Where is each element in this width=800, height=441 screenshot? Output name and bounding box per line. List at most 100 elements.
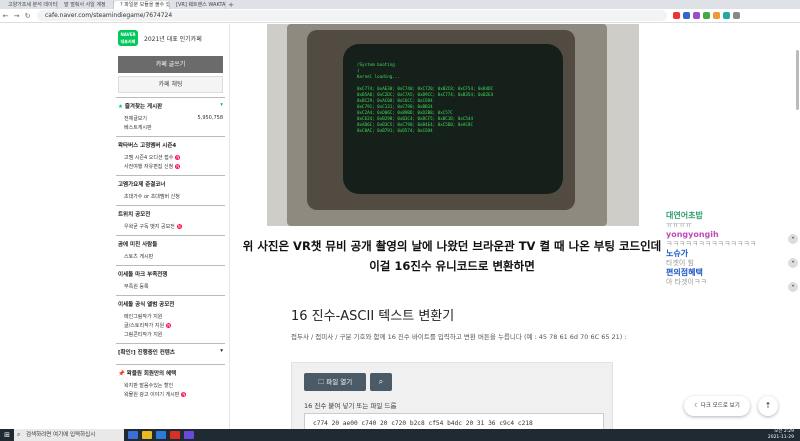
- sidebar-item[interactable]: 부족원 등록: [116, 282, 225, 291]
- extension-icon[interactable]: [703, 12, 710, 19]
- reload-icon[interactable]: ↻: [22, 12, 33, 20]
- crt-monitor-photo[interactable]: /System booting ( Kernel loading... 0xC7…: [267, 24, 639, 226]
- sidebar-item[interactable]: 왁지판 발음수있는 할인: [116, 381, 225, 390]
- taskbar-app-icon[interactable]: [156, 431, 166, 439]
- address-bar: ← → ↻ cafe.naver.com/steamindiegame/7674…: [0, 9, 800, 23]
- menu-section: 이세돌 마크 부족전쟁 부족원 등록: [116, 265, 225, 291]
- cafe-title: 2021년 대표 인기카페: [144, 35, 202, 43]
- extension-icon[interactable]: [723, 12, 730, 19]
- cafe-header: NAVER 대표카페 2021년 대표 인기카페: [112, 24, 229, 52]
- monitor-bezel: /System booting ( Kernel loading... 0xC7…: [307, 30, 575, 210]
- extension-icon[interactable]: [693, 12, 700, 19]
- star-icon: ★: [118, 104, 123, 110]
- sidebar-item[interactable]: 메인그림작가 지원: [116, 312, 225, 321]
- menu-section-title: 곰에 미친 사람들: [118, 242, 158, 248]
- browser-tab-bar: 고양가조세 분석 데이터 말 벌줘서 사일 계정 ? 파일분 모듈을 불수 있어…: [0, 0, 800, 9]
- chat-message: 아 타겟이ㅋㅋ: [666, 278, 707, 286]
- hex-input[interactable]: c774 20 ae00 c740 20 c720 b2c8 cf54 b4dc…: [304, 413, 604, 429]
- sidebar-item[interactable]: 사전여행 자유편집 신청 N: [116, 162, 225, 171]
- converter-title: 16 진수-ASCII 텍스트 변환기: [291, 309, 455, 324]
- toggle-icon[interactable]: ▾: [220, 348, 223, 356]
- menu-section-title: 왁타버스 고정멤버 시즌4: [118, 143, 177, 149]
- folder-icon: 🗀: [317, 378, 325, 386]
- chat-message: 타겟이 힘: [666, 259, 694, 267]
- taskbar-app-icon[interactable]: [128, 431, 138, 439]
- scroll-top-button[interactable]: ↑: [758, 396, 778, 416]
- screen-line: 0xC0AC; 0xB791; 0xD574; 0xC694: [357, 128, 433, 133]
- chat-username: 노슈가: [666, 249, 689, 258]
- menu-section: 이세돌 공식 앨범 공모전 메인그림작가 지원 글/스토리작가 지원 N 그림콘티…: [116, 295, 225, 339]
- sidebar-item[interactable]: 스토츠 게시판: [116, 252, 225, 261]
- menu-section-title: 왁물원 회원만의 혜택: [126, 371, 177, 377]
- sidebar-item[interactable]: 초대가수 or 초대멤버 신청: [116, 192, 225, 201]
- open-file-button[interactable]: 🗀 파일 열기: [304, 373, 366, 391]
- converter-box: 🗀 파일 열기 ⌕ 16 진수 붙여 넣기 또는 파일 드롭 c774 20 a…: [291, 362, 613, 429]
- menu-section: 곰에 미친 사람들 스토츠 게시판: [116, 235, 225, 261]
- side-tool-icon[interactable]: •: [788, 258, 798, 268]
- moon-icon: ☾: [694, 403, 700, 409]
- search-button[interactable]: ⌕: [370, 373, 392, 391]
- new-badge: N: [175, 155, 181, 160]
- new-badge: N: [166, 323, 172, 328]
- write-post-button[interactable]: 카페 글쓰기: [118, 56, 223, 73]
- windows-taskbar: ⊞ 검색하려면 여기에 입력하십시 오전 2:29 2021-11-29: [0, 429, 800, 441]
- sidebar-item[interactable]: 그림콘티작가 지원: [116, 330, 225, 339]
- favorites-heading: ★ 즐겨찾는 게시판: [118, 104, 163, 110]
- toggle-icon[interactable]: ▾: [220, 102, 223, 110]
- chat-username: 대연어초밥: [666, 211, 703, 220]
- taskbar-search-input[interactable]: 검색하려면 여기에 입력하십시: [14, 429, 124, 441]
- sidebar-item-all-posts[interactable]: 전체글보기 5,950,758: [116, 114, 225, 123]
- menu-section-title: [확인!] 진행중인 컨텐츠: [118, 350, 175, 356]
- dark-mode-button[interactable]: ☾ 다크 모드로 보기: [684, 396, 750, 416]
- sidebar-item[interactable]: 우왁굳 구독 뱃지 공모전 N: [116, 222, 225, 231]
- browser-tab[interactable]: [VR] 웨트랜스 WAKTAVERSE: [170, 1, 226, 9]
- crt-screen: /System booting ( Kernel loading... 0xC7…: [343, 44, 563, 194]
- menu-section: 고멤가요제 준결코너 초대가수 or 초대멤버 신청: [116, 175, 225, 201]
- side-tool-icon[interactable]: •: [788, 234, 798, 244]
- favorites-section: ★ 즐겨찾는 게시판 ▾ 전체글보기 5,950,758 베스트게시판: [116, 97, 225, 132]
- menu-section-title: 이세돌 공식 앨범 공모전: [118, 302, 175, 308]
- browser-tab[interactable]: 고양가조세 분석 데이터: [2, 1, 58, 9]
- article-body: /System booting ( Kernel loading... 0xC7…: [231, 24, 669, 429]
- taskbar-app-icon[interactable]: [184, 431, 194, 439]
- menu-section: 트위치 공모전 우왁굳 구독 뱃지 공모전 N: [116, 205, 225, 231]
- profile-icon[interactable]: [733, 12, 740, 19]
- all-posts-count: 5,950,758: [197, 115, 223, 121]
- chat-message: ㅠㅠㅠㅠ: [666, 221, 692, 229]
- hex-input-label: 16 진수 붙여 넣기 또는 파일 드롭: [304, 402, 397, 410]
- menu-section-title: 고멤가요제 준결코너: [118, 182, 166, 188]
- article-caption: 위 사진은 VR챗 뮤비 공개 촬영의 날에 나왔던 브라운관 TV 켤 때 나…: [242, 239, 662, 273]
- new-tab-button[interactable]: +: [226, 1, 236, 9]
- sidebar-item[interactable]: 고멤 시즌4 오디션 접수 N: [116, 153, 225, 162]
- extension-icon[interactable]: [683, 12, 690, 19]
- new-badge: N: [181, 392, 187, 397]
- pin-icon: 📌: [118, 371, 125, 377]
- menu-section: 📌 왁물원 회원만의 혜택 왁지판 발음수있는 할인 왁물원 광고 이야기 게시…: [116, 364, 225, 399]
- cafe-chat-button[interactable]: 카페 채팅: [118, 76, 223, 93]
- scrollbar-thumb[interactable]: [796, 50, 799, 110]
- converter-description: 접두사 / 접미사 / 구분 기호와 함께 16 진수 바이트를 입력하고 변환…: [291, 333, 627, 341]
- menu-section-title: 이세돌 마크 부족전쟁: [118, 272, 168, 278]
- back-icon[interactable]: ←: [0, 12, 11, 20]
- side-tool-icon[interactable]: •: [788, 282, 798, 292]
- windows-start-icon[interactable]: ⊞: [0, 431, 14, 439]
- sidebar-item-best[interactable]: 베스트게시판: [116, 123, 225, 132]
- extension-icon[interactable]: [713, 12, 720, 19]
- extension-icons: [673, 12, 740, 19]
- chat-message: ㅋㅋㅋㅋㅋㅋㅋㅋㅋㅋㅋㅋㅋㅋ: [666, 240, 757, 248]
- sidebar-item[interactable]: 글/스토리작가 지원 N: [116, 321, 225, 330]
- menu-section: 왁타버스 고정멤버 시즌4 고멤 시즌4 오디션 접수 N 사전여행 자유편집 신…: [116, 136, 225, 171]
- sidebar-item[interactable]: 왁물원 광고 이야기 게시판 N: [116, 390, 225, 399]
- taskbar-folder-icon[interactable]: [142, 431, 152, 439]
- forward-icon[interactable]: →: [11, 12, 22, 20]
- url-input[interactable]: cafe.naver.com/steamindiegame/7674724: [37, 10, 667, 21]
- browser-tab[interactable]: 말 벌줘서 사일 계정: [58, 1, 114, 9]
- monitor-casing: /System booting ( Kernel loading... 0xC7…: [287, 24, 607, 226]
- new-badge: N: [176, 224, 182, 229]
- chat-username: yongyongih: [666, 230, 719, 239]
- taskbar-chrome-icon[interactable]: [170, 431, 180, 439]
- browser-tab-active[interactable]: ? 파일분 모듈을 불수 있어: [114, 1, 170, 9]
- extension-icon[interactable]: [673, 12, 680, 19]
- naver-badge: NAVER 대표카페: [118, 30, 138, 46]
- taskbar-clock[interactable]: 오전 2:29 2021-11-29: [768, 429, 794, 441]
